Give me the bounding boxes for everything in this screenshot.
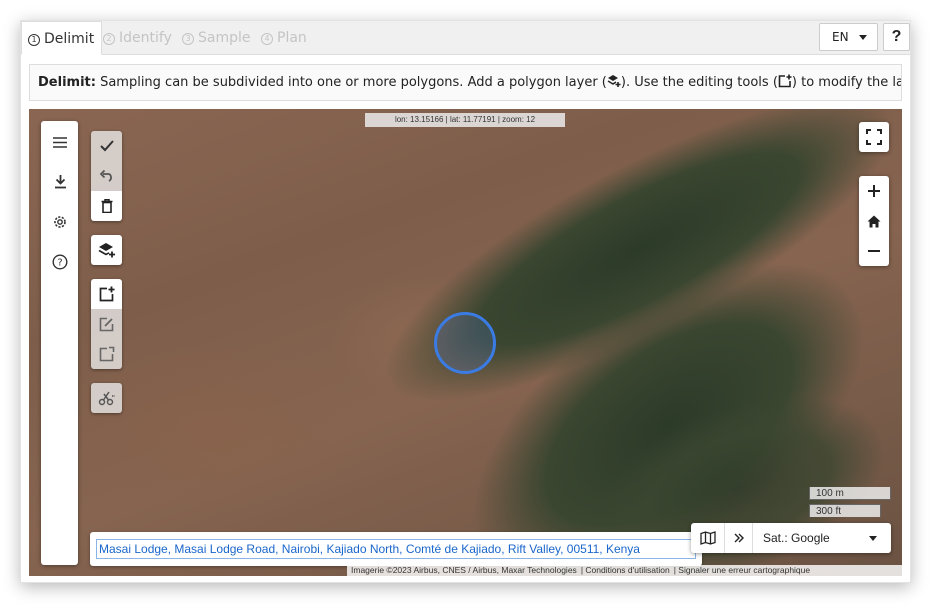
add-layer-button[interactable] — [91, 235, 122, 265]
fullscreen-icon — [866, 129, 882, 145]
tab-plan[interactable]: 4 Plan — [261, 21, 307, 55]
help-button[interactable]: ? — [883, 23, 910, 51]
edit-tools-group — [91, 131, 122, 221]
edit-polygon-icon — [99, 317, 113, 332]
selected-area-marker[interactable] — [434, 312, 496, 374]
map-source-controls: Sat.: Google — [691, 523, 891, 553]
report-error-link[interactable]: Signaler une erreur cartographique — [678, 565, 810, 575]
language-select[interactable]: EN — [819, 23, 878, 51]
language-value: EN — [832, 30, 849, 44]
home-button[interactable] — [859, 206, 889, 236]
instruction-text: Sampling can be subdivided into one or m… — [95, 75, 607, 90]
satellite-map[interactable]: lon: 13.15166 | lat: 11.77191 | zoom: 12… — [29, 109, 902, 576]
add-layer-icon — [98, 243, 115, 258]
instruction-text: ). Use the editing tools ( — [620, 75, 778, 90]
zoom-out-button[interactable] — [859, 236, 889, 266]
map-type-button[interactable] — [691, 523, 725, 553]
tab-identify[interactable]: 2 Identify — [103, 21, 172, 55]
download-icon[interactable] — [50, 172, 70, 192]
double-chevron-right-icon — [734, 533, 744, 543]
step-number: 2 — [103, 33, 115, 45]
edit-polygon-button[interactable] — [91, 309, 122, 339]
map-icon — [699, 531, 716, 545]
step-number: 1 — [28, 34, 40, 46]
split-polygon-icon — [99, 346, 114, 362]
scale-bar-metric: 100 m — [809, 487, 891, 500]
menu-icon[interactable] — [50, 132, 70, 152]
tab-label: Identify — [119, 30, 172, 46]
scissors-icon — [98, 391, 115, 406]
draw-polygon-icon — [99, 286, 114, 302]
draw-polygon-button[interactable] — [91, 279, 122, 309]
tab-delimit[interactable]: 1 Delimit — [21, 21, 103, 55]
map-source-value: Sat.: Google — [763, 531, 830, 545]
fullscreen-button[interactable] — [859, 122, 889, 152]
undo-button[interactable] — [91, 161, 122, 191]
step-tabs: 1 Delimit 2 Identify 3 Sample 4 Plan EN ? — [21, 21, 910, 55]
chevron-down-icon — [859, 35, 867, 40]
zoom-controls — [859, 176, 889, 266]
help-circle-icon[interactable]: ? — [50, 252, 70, 272]
tab-label: Sample — [198, 30, 251, 46]
instruction-banner: Delimit: Sampling can be subdivided into… — [29, 64, 902, 101]
split-polygon-button[interactable] — [91, 339, 122, 369]
tab-label: Plan — [277, 30, 307, 46]
tab-sample[interactable]: 3 Sample — [182, 21, 251, 55]
zoom-in-button[interactable] — [859, 176, 889, 206]
minus-icon — [868, 250, 880, 252]
confirm-button[interactable] — [91, 131, 122, 161]
edit-polygon-icon — [778, 74, 792, 88]
coordinate-readout: lon: 13.15166 | lat: 11.77191 | zoom: 12 — [365, 113, 565, 127]
terms-link[interactable]: Conditions d'utilisation — [585, 565, 669, 575]
map-source-select[interactable]: Sat.: Google — [753, 523, 891, 553]
map-attribution: Imagerie ©2023 Airbus, CNES / Airbus, Ma… — [347, 565, 902, 576]
svg-text:?: ? — [57, 258, 62, 269]
side-menu: ? — [41, 121, 78, 565]
app-window: 1 Delimit 2 Identify 3 Sample 4 Plan EN ? De… — [20, 20, 911, 583]
address-search: Masai Lodge, Masai Lodge Road, Nairobi, … — [90, 532, 702, 566]
add-layer-icon — [607, 75, 621, 87]
cut-tool-button[interactable] — [91, 383, 122, 413]
instruction-text: ) to modify the layer. Fina — [791, 75, 901, 90]
polygon-tools-group — [91, 279, 122, 369]
expand-sources-button[interactable] — [725, 523, 753, 553]
step-number: 4 — [261, 33, 273, 45]
plus-icon — [868, 185, 880, 197]
imagery-credit: Imagerie ©2023 Airbus, CNES / Airbus, Ma… — [351, 565, 577, 575]
trash-icon — [101, 199, 112, 213]
step-number: 3 — [182, 33, 194, 45]
check-icon — [99, 140, 114, 152]
tab-label: Delimit — [44, 31, 95, 47]
address-input[interactable]: Masai Lodge, Masai Lodge Road, Nairobi, … — [96, 539, 696, 559]
instruction-step-name: Delimit: — [38, 75, 96, 90]
delete-button[interactable] — [91, 191, 122, 221]
chevron-down-icon — [869, 536, 877, 541]
scale-bar-imperial: 300 ft — [809, 504, 881, 517]
gear-icon[interactable] — [50, 212, 70, 232]
undo-icon — [99, 170, 112, 182]
home-icon — [867, 215, 881, 227]
